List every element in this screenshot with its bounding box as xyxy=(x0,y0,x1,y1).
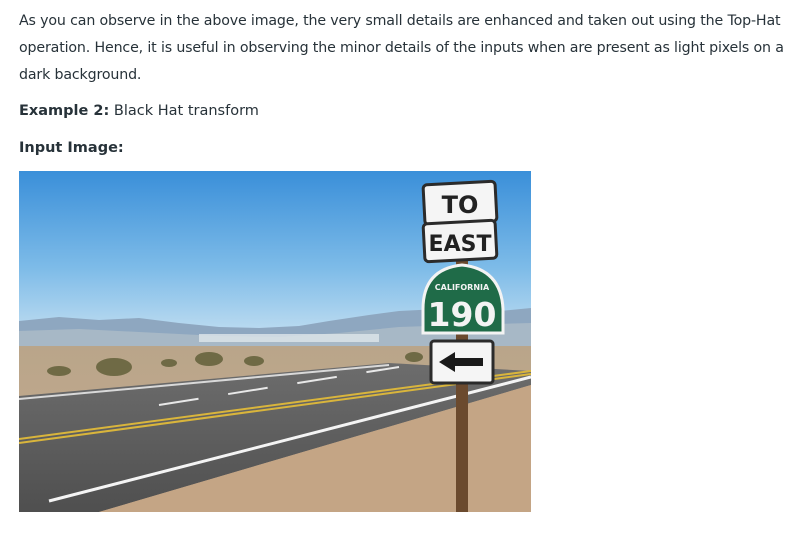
example-title: Black Hat transform xyxy=(113,103,259,119)
route-shield: CALIFORNIA 190 xyxy=(421,263,505,335)
description-paragraph: As you can observe in the above image, t… xyxy=(19,13,784,83)
sign-east: EAST xyxy=(421,218,499,264)
input-image-label: Input Image: xyxy=(19,140,124,156)
shield-number-text: 190 xyxy=(428,295,497,334)
example-label: Example 2: xyxy=(19,103,110,119)
input-image: TO EAST CALIFORNIA 190 xyxy=(19,171,531,512)
sign-to-text: TO xyxy=(442,191,479,219)
example-heading: Example 2: Black Hat transform xyxy=(19,99,259,123)
sign-east-text: EAST xyxy=(429,232,492,257)
sign-to: TO xyxy=(421,179,499,227)
shield-state-text: CALIFORNIA xyxy=(435,283,490,292)
salt-flat xyxy=(199,334,379,342)
arrow-sign xyxy=(429,339,495,385)
